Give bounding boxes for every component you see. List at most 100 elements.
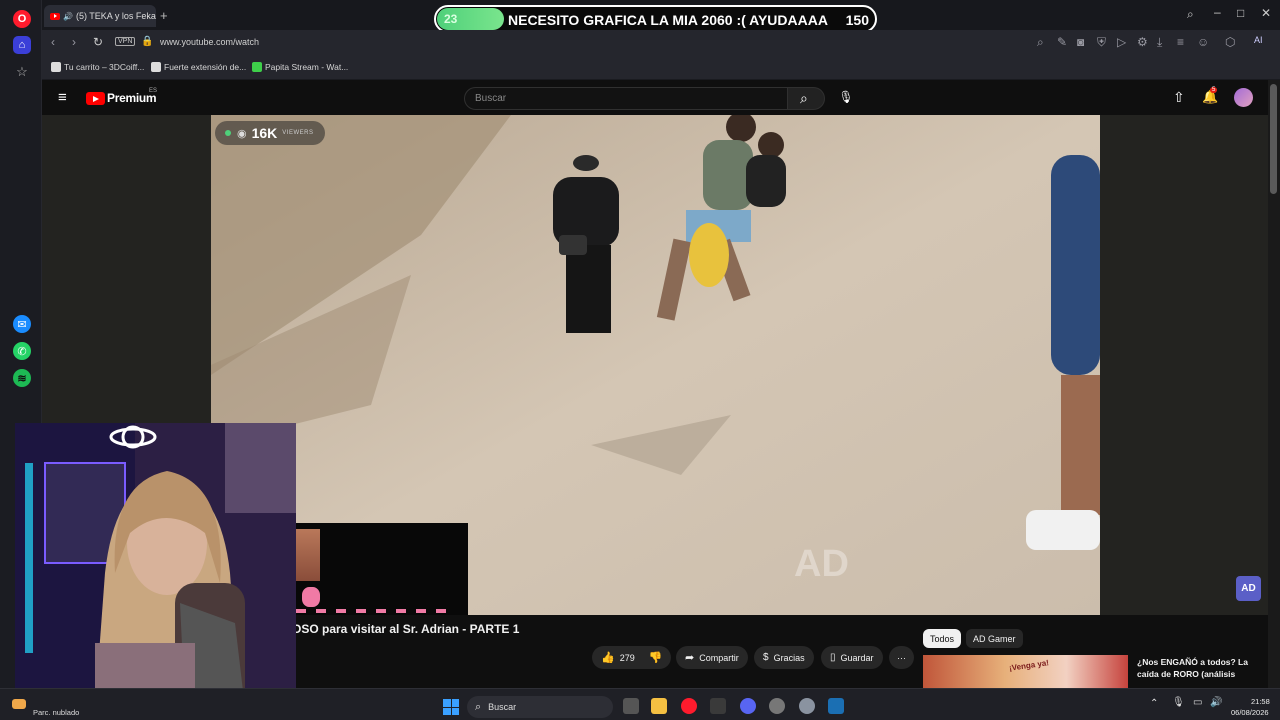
app-icon[interactable] [710, 698, 726, 714]
thumbs-up-icon: 👍 [601, 652, 615, 664]
zoom-icon[interactable]: ⌕ [1037, 35, 1044, 50]
voice-search-icon[interactable]: 🎙 [836, 90, 856, 110]
clock-time[interactable]: 21:58 [1251, 697, 1270, 706]
bookmarks-bar: Tu carrito – 3DCoiff... Fuerte extensión… [42, 56, 1280, 80]
steam-icon[interactable] [828, 698, 844, 714]
reload-icon[interactable]: ↻ [93, 35, 103, 49]
whatsapp-icon[interactable]: ✆ [13, 342, 31, 360]
chat-overlay [296, 523, 468, 615]
eye-icon: ◉ [237, 127, 247, 140]
download-icon[interactable]: ⤓ [1157, 35, 1162, 50]
tab-youtube[interactable]: 🔊 (5) TEKA y los Fekas v [44, 5, 156, 27]
obs-icon[interactable] [769, 698, 785, 714]
thumbs-down-icon[interactable]: 👎 [649, 651, 663, 664]
profile-icon[interactable]: ☺ [1197, 35, 1209, 49]
search-button[interactable]: ⌕ [787, 87, 825, 110]
edit-icon[interactable]: ✎ [1057, 35, 1067, 49]
goal-target: 150 [845, 12, 869, 28]
settings-gear-icon[interactable] [799, 698, 815, 714]
search-input[interactable]: Buscar [464, 87, 788, 110]
minimize-icon[interactable]: – [1214, 5, 1221, 19]
tray-chevron-icon[interactable]: ⌃ [1150, 698, 1158, 709]
recommended-title[interactable]: ¿Nos ENGAÑÓ a todos? La caída de RORO (a… [1137, 656, 1248, 680]
file-explorer-icon[interactable] [651, 698, 667, 714]
close-icon[interactable]: ✕ [1261, 6, 1271, 20]
microphone-icon[interactable]: 🎙 [1172, 697, 1185, 708]
new-tab-icon[interactable]: + [160, 8, 168, 23]
maximize-icon[interactable]: □ [1237, 6, 1244, 20]
home-icon[interactable]: ⌂ [13, 36, 31, 54]
super-thanks-icon: $ [763, 652, 769, 663]
viewers-label: VIEWERS [282, 130, 314, 136]
bookmark-item[interactable]: Tu carrito – 3DCoiff... [51, 62, 144, 72]
aria-ai-icon[interactable]: AI [1254, 35, 1263, 45]
webcam-overlay [15, 423, 296, 708]
chip-ad-gamer[interactable]: AD Gamer [966, 629, 1023, 648]
extensions-icon[interactable]: ⬡ [1225, 35, 1235, 49]
more-actions-button[interactable]: ··· [889, 646, 914, 669]
bookmark-icon: ▯ [830, 652, 836, 663]
streamer-webcam-image [15, 423, 296, 708]
thanks-button[interactable]: $ Gracias [754, 646, 814, 669]
save-button[interactable]: ▯ Guardar [821, 646, 883, 669]
lock-icon[interactable]: 🔒 [141, 36, 153, 47]
opera-gx-icon[interactable] [681, 698, 697, 714]
stream-goal-banner: 23 NECESITO GRAFICA LA MIA 2060 :( AYUDA… [434, 5, 877, 33]
bookmark-favicon-icon [151, 62, 161, 72]
camera-icon[interactable]: ◙ [1077, 35, 1084, 49]
back-icon[interactable]: ‹ [51, 35, 55, 49]
weather-icon[interactable] [12, 699, 26, 709]
clock-date[interactable]: 06/08/2026 [1231, 708, 1269, 717]
bookmark-item[interactable]: Papita Stream - Wat... [252, 62, 348, 72]
tab-title: (5) TEKA y los Fekas v [75, 11, 156, 21]
share-icon: ➦ [685, 652, 695, 664]
monitor-icon[interactable]: ▭ [1193, 697, 1202, 708]
live-dot-icon [225, 130, 231, 136]
youtube-logo-icon[interactable] [86, 92, 105, 105]
search-icon: ⌕ [800, 90, 808, 106]
upload-icon[interactable]: ⇧ [1173, 89, 1185, 106]
thumbnail-text: ¡Venga ya! [1008, 658, 1050, 673]
account-avatar[interactable] [1234, 88, 1253, 107]
windows-start-icon[interactable] [443, 699, 459, 715]
volume-icon[interactable]: 🔊 [1210, 697, 1222, 708]
windows-taskbar: Parc. nublado ⌃ 🎙 ▭ 🔊 21:58 06/08/2026 [0, 688, 1280, 720]
goal-text: NECESITO GRAFICA LA MIA 2060 :( AYUDAAAA [508, 12, 828, 28]
taskbar-search[interactable]: ⌕ Buscar [467, 696, 613, 718]
opera-logo-icon[interactable]: O [13, 10, 31, 28]
play-icon[interactable]: ▷ [1117, 35, 1126, 49]
menu-icon[interactable]: ≡ [1177, 35, 1184, 49]
forward-icon[interactable]: › [72, 35, 76, 49]
shield-icon[interactable]: ⛨ [1097, 35, 1106, 50]
weather-text[interactable]: Parc. nublado [33, 708, 79, 717]
discord-icon[interactable] [740, 698, 756, 714]
pinboard-icon[interactable]: ☆ [13, 63, 31, 81]
settings-icon[interactable]: ⚙ [1137, 35, 1148, 49]
recommended-thumbnail[interactable]: ¡Venga ya! [923, 655, 1128, 688]
like-count: 279 [619, 652, 635, 663]
messenger-icon[interactable]: ✉ [13, 315, 31, 333]
channel-badge: AD [1236, 576, 1261, 601]
share-button[interactable]: ➦ Compartir [676, 646, 748, 669]
address-bar: ‹ › ↻ VPN 🔒 www.youtube.com/watch ⌕ ✎ ◙ … [42, 30, 1280, 56]
emote-image [296, 529, 320, 581]
youtube-favicon-icon [50, 12, 60, 20]
spotify-icon[interactable]: ≋ [13, 369, 31, 387]
viewer-counter: ◉ 16K VIEWERS [215, 121, 325, 145]
video-watermark: AD [794, 543, 849, 585]
vpn-badge[interactable]: VPN [115, 37, 136, 46]
url-field[interactable]: www.youtube.com/watch [160, 37, 259, 47]
bookmark-item[interactable]: Fuerte extensión de... [151, 62, 246, 72]
speaker-icon: 🔊 [63, 11, 73, 21]
search-icon: ⌕ [475, 700, 482, 713]
viewers-count: 16K [251, 125, 278, 141]
tab-search-icon[interactable]: ⌕ [1187, 7, 1194, 22]
hamburger-menu-icon[interactable]: ≡ [58, 89, 67, 106]
chip-todos[interactable]: Todos [923, 629, 962, 648]
scrollbar-thumb[interactable] [1270, 84, 1277, 194]
like-button[interactable]: 👍 279 👎 [592, 646, 672, 669]
theater-background-right [1100, 115, 1268, 615]
kick-favicon-icon [252, 62, 262, 72]
task-view-icon[interactable] [623, 698, 639, 714]
bookmark-favicon-icon [51, 62, 61, 72]
